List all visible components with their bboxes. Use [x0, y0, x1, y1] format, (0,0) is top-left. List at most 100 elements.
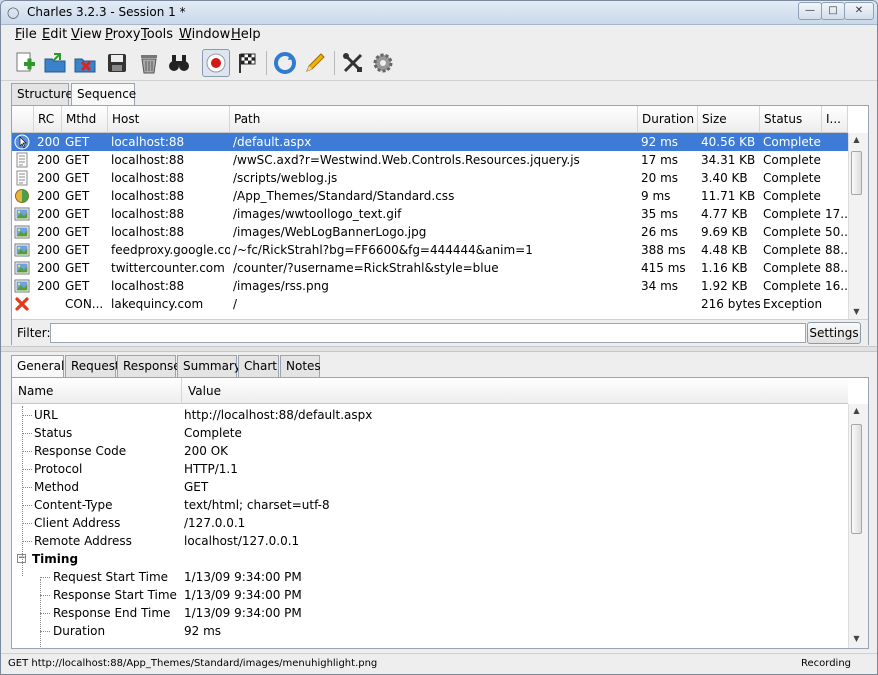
table-row[interactable]: 200 GET localhost:88/default.aspx 92 ms 40.5… [12, 133, 848, 151]
detail-row[interactable]: Client Address/127.0.0.1 [12, 514, 848, 532]
maximize-button[interactable]: □ [821, 2, 845, 20]
detail-value: 1/13/09 9:34:00 PM [184, 570, 302, 584]
detail-scroll-down-arrow[interactable]: ▼ [849, 632, 864, 646]
cell-path: /~fc/RickStrahl?bg=FF6600&fg=444444&anim… [233, 243, 533, 257]
cell-size: 40.56 KB [701, 135, 756, 149]
column-icon[interactable] [12, 106, 34, 133]
column-name[interactable]: Name [12, 378, 182, 404]
detail-scroll-thumb[interactable] [851, 424, 862, 534]
menu-tools[interactable]: Tools [141, 27, 173, 42]
column-size[interactable]: Size [698, 106, 760, 133]
cell-size: 1.92 KB [701, 279, 748, 293]
cell-rc: 200 [37, 153, 60, 167]
table-row[interactable]: 200 GET localhost:88/images/WebLogBannerLo… [12, 223, 848, 241]
cell-duration: 34 ms [641, 279, 679, 293]
save-icon[interactable] [103, 49, 131, 77]
detail-name: Duration [53, 624, 106, 638]
detail-row[interactable]: Content-Type text/html; charset=utf-8 [12, 496, 848, 514]
settings-icon[interactable] [369, 49, 397, 77]
menu-help[interactable]: Help [231, 27, 261, 42]
clear-icon[interactable] [135, 49, 163, 77]
tab-response[interactable]: Response [117, 355, 181, 377]
detail-group-row[interactable]: − Timing [12, 550, 848, 568]
tab-summary[interactable]: Summary [177, 355, 241, 377]
sequence-scrollbar[interactable]: ▲ ▼ [848, 133, 868, 319]
status-message: GET http://localhost:88/App_Themes/Stand… [8, 658, 378, 669]
detail-row[interactable]: Duration 92 ms [12, 622, 848, 640]
cell-rc: 200 [37, 135, 60, 149]
menu-file[interactable]: File [15, 27, 37, 42]
detail-row[interactable]: Status Complete [12, 424, 848, 442]
menu-view[interactable]: View [71, 27, 102, 42]
column-path[interactable]: Path [230, 106, 638, 133]
detail-row[interactable]: Response Code 200 OK [12, 442, 848, 460]
table-row[interactable]: 200 GET twittercounter.com/counter/?userna… [12, 259, 848, 277]
cell-path: /images/rss.png [233, 279, 329, 293]
panel-splitter[interactable] [1, 346, 877, 352]
column-duration[interactable]: Duration [638, 106, 698, 133]
table-row[interactable]: 200 GET localhost:88/images/wwtoollogo_tex… [12, 205, 848, 223]
detail-row[interactable]: Request Start Time 1/13/09 9:34:00 PM [12, 568, 848, 586]
tools-icon[interactable] [339, 49, 367, 77]
detail-value: HTTP/1.1 [184, 462, 238, 476]
script-icon [14, 170, 30, 186]
cell-rc: 200 [37, 279, 60, 293]
cell-info: 88... [825, 261, 848, 275]
column-method[interactable]: Mthd [62, 106, 108, 133]
table-row[interactable]: 200 GET localhost:88/wwSC.axd?r=Westwind.W… [12, 151, 848, 169]
table-row[interactable]: CON... lakequincy.com / 216 bytes Exception [12, 295, 848, 313]
minimize-button[interactable]: — [798, 2, 822, 20]
find-icon[interactable] [165, 49, 193, 77]
scroll-up-arrow[interactable]: ▲ [849, 133, 864, 147]
repeat-icon[interactable] [271, 49, 299, 77]
filter-settings-button[interactable]: Settings [807, 322, 861, 344]
menu-window[interactable]: Window [179, 27, 230, 42]
tab-general[interactable]: General [11, 355, 64, 378]
menu-edit[interactable]: Edit [42, 27, 67, 42]
throttle-icon[interactable] [234, 49, 262, 77]
detail-row[interactable]: Remote Address localhost/127.0.0.1 [12, 532, 848, 550]
scroll-down-arrow[interactable]: ▼ [849, 305, 864, 319]
table-row[interactable]: 200 GET localhost:88/images/rss.png 34 ms 1.… [12, 277, 848, 295]
table-row[interactable]: 200 GET localhost:88/scripts/weblog.js 20 m… [12, 169, 848, 187]
cell-method: GET [65, 171, 90, 185]
detail-row[interactable]: URL http://localhost:88/default.aspx [12, 406, 848, 424]
detail-row[interactable]: Protocol HTTP/1.1 [12, 460, 848, 478]
close-window-button[interactable]: ✕ [844, 2, 874, 20]
cell-status: Complete [763, 189, 821, 203]
column-value[interactable]: Value [182, 378, 848, 404]
cell-path: / [233, 297, 238, 311]
tab-chart[interactable]: Chart [238, 355, 279, 377]
close-session-icon[interactable] [71, 49, 99, 77]
table-row[interactable]: 200 GET localhost:88/App_Themes/Standard/S… [12, 187, 848, 205]
tab-request[interactable]: Request [65, 355, 120, 377]
cell-host: localhost:88 [111, 153, 185, 167]
tab-structure[interactable]: Structure [11, 83, 73, 105]
detail-scrollbar[interactable]: ▲ ▼ [848, 404, 868, 648]
cell-size: 9.69 KB [701, 225, 748, 239]
edit-icon[interactable] [301, 49, 329, 77]
title-bar[interactable]: ◯ Charles 3.2.3 - Session 1 * — □ ✕ [1, 1, 877, 25]
cell-status: Complete [763, 153, 821, 167]
tab-notes[interactable]: Notes [280, 355, 321, 377]
cell-duration: 9 ms [641, 189, 671, 203]
detail-name: Request Start Time [53, 570, 169, 584]
column-host[interactable]: Host [108, 106, 230, 133]
new-session-icon[interactable] [11, 49, 39, 77]
scroll-thumb[interactable] [851, 151, 862, 195]
menu-proxy[interactable]: Proxy [105, 27, 141, 42]
tab-sequence[interactable]: Sequence [71, 83, 136, 106]
cell-method: GET [65, 243, 90, 257]
detail-scroll-up-arrow[interactable]: ▲ [849, 404, 864, 418]
detail-row[interactable]: Method GET [12, 478, 848, 496]
record-icon[interactable] [202, 49, 230, 77]
column-info[interactable]: I... [822, 106, 848, 133]
open-session-icon[interactable] [41, 49, 69, 77]
charles-window: ◯ Charles 3.2.3 - Session 1 * — □ ✕ File… [0, 0, 878, 675]
detail-row[interactable]: Response End Time 1/13/09 9:34:00 PM [12, 604, 848, 622]
filter-input[interactable] [50, 323, 806, 343]
detail-row[interactable]: Response Start Time 1/13/09 9:34:00 PM [12, 586, 848, 604]
table-row[interactable]: 200 GET feedproxy.google.com/~fc/RickStrah… [12, 241, 848, 259]
column-rc[interactable]: RC [34, 106, 62, 133]
column-status[interactable]: Status [760, 106, 822, 133]
